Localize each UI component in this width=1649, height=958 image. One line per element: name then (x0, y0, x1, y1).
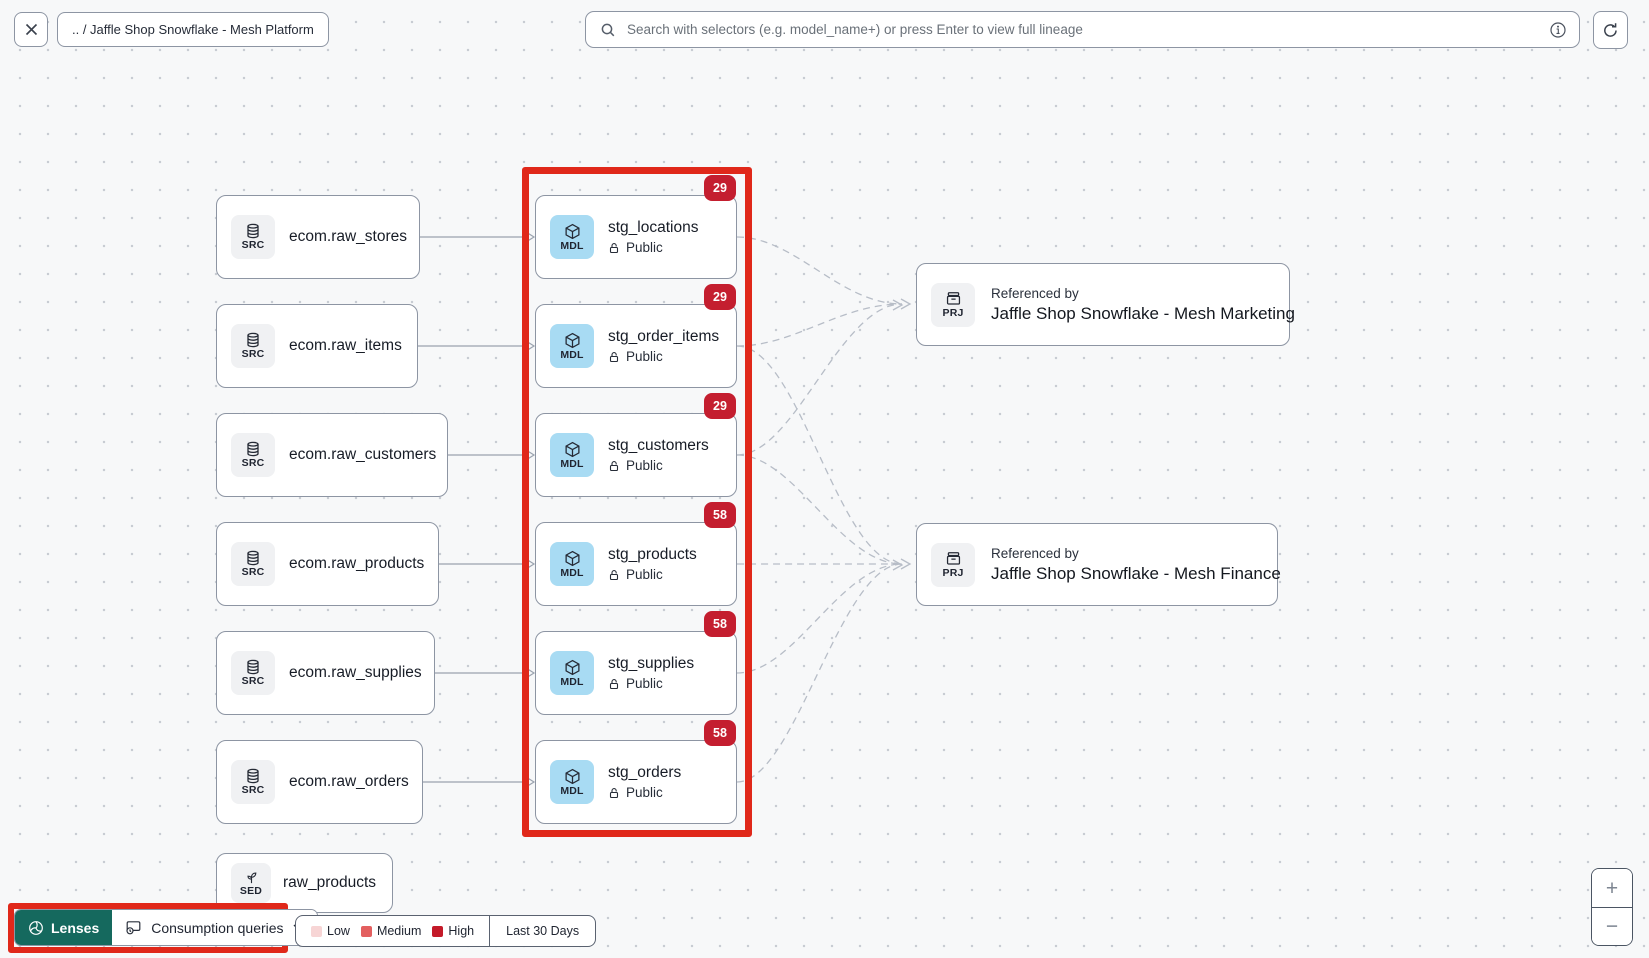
info-icon[interactable] (1549, 21, 1567, 39)
project-name: Jaffle Shop Snowflake - Mesh Finance (991, 564, 1281, 584)
node-label: stg_products (608, 546, 697, 564)
legend-item-high: High (432, 924, 474, 938)
breadcrumb[interactable]: .. / Jaffle Shop Snowflake - Mesh Platfo… (57, 12, 329, 47)
referenced-by-label: Referenced by (991, 546, 1281, 561)
archive-icon: PRJ (931, 543, 975, 587)
consumption-count-badge: 58 (704, 502, 736, 528)
sprout-icon: SED (231, 863, 271, 903)
source-node[interactable]: SRC ecom.raw_supplies (216, 631, 435, 715)
zoom-controls: + − (1591, 868, 1633, 946)
node-label: ecom.raw_items (289, 337, 402, 355)
database-icon: SRC (231, 324, 275, 368)
close-icon (24, 22, 39, 37)
search-input[interactable] (625, 21, 1540, 38)
access-level: Public (608, 676, 694, 691)
legend-items: Low Medium High (296, 916, 489, 946)
archive-icon: PRJ (931, 283, 975, 327)
query-icon (125, 919, 142, 936)
lenses-toolbar: Lenses Consumption queries (14, 909, 318, 946)
database-icon: SRC (231, 215, 275, 259)
project-name: Jaffle Shop Snowflake - Mesh Marketing (991, 304, 1295, 324)
database-icon: SRC (231, 760, 275, 804)
consumption-count-badge: 29 (704, 284, 736, 310)
unlock-icon (608, 569, 620, 581)
source-node[interactable]: SRC ecom.raw_customers (216, 413, 448, 497)
model-node[interactable]: 58 MDL stg_products Public (535, 522, 737, 606)
unlock-icon (608, 351, 620, 363)
refresh-icon (1601, 21, 1620, 40)
seed-node[interactable]: SED raw_products (216, 853, 393, 913)
model-node[interactable]: 29 MDL stg_customers Public (535, 413, 737, 497)
minus-icon: − (1606, 915, 1618, 938)
referenced-by-label: Referenced by (991, 286, 1295, 301)
node-label: stg_supplies (608, 655, 694, 673)
database-icon: SRC (231, 651, 275, 695)
consumption-count-badge: 58 (704, 720, 736, 746)
search-bar[interactable] (585, 11, 1580, 48)
consumption-count-badge: 29 (704, 393, 736, 419)
search-icon (600, 22, 616, 38)
source-node[interactable]: SRC ecom.raw_items (216, 304, 418, 388)
unlock-icon (608, 460, 620, 472)
node-label: ecom.raw_stores (289, 228, 407, 246)
node-label: ecom.raw_products (289, 555, 424, 573)
source-node[interactable]: SRC ecom.raw_stores (216, 195, 420, 279)
access-level: Public (608, 785, 681, 800)
unlock-icon (608, 787, 620, 799)
legend-swatch-low (311, 926, 322, 937)
source-node[interactable]: SRC ecom.raw_orders (216, 740, 423, 824)
consumption-count-badge: 29 (704, 175, 736, 201)
access-level: Public (608, 567, 697, 582)
access-level: Public (608, 458, 709, 473)
legend-item-low: Low (311, 924, 350, 938)
model-node[interactable]: 58 MDL stg_orders Public (535, 740, 737, 824)
source-node[interactable]: SRC ecom.raw_products (216, 522, 439, 606)
node-label: raw_products (283, 874, 376, 892)
legend-item-medium: Medium (361, 924, 421, 938)
project-node[interactable]: PRJ Referenced by Jaffle Shop Snowflake … (916, 523, 1278, 606)
package-icon: MDL (550, 324, 594, 368)
lens-selector[interactable]: Consumption queries (112, 910, 316, 945)
unlock-icon (608, 678, 620, 690)
package-icon: MDL (550, 215, 594, 259)
node-label: stg_customers (608, 437, 709, 455)
lenses-icon (28, 920, 44, 936)
model-node[interactable]: 29 MDL stg_locations Public (535, 195, 737, 279)
legend-swatch-medium (361, 926, 372, 937)
close-button[interactable] (14, 12, 48, 47)
node-label: ecom.raw_orders (289, 773, 409, 791)
zoom-out-button[interactable]: − (1592, 907, 1632, 945)
plus-icon: + (1606, 877, 1618, 900)
package-icon: MDL (550, 651, 594, 695)
legend-swatch-high (432, 926, 443, 937)
zoom-in-button[interactable]: + (1592, 869, 1632, 907)
legend-period: Last 30 Days (489, 916, 595, 946)
lenses-button[interactable]: Lenses (15, 910, 112, 945)
unlock-icon (608, 242, 620, 254)
node-label: stg_order_items (608, 328, 719, 346)
database-icon: SRC (231, 542, 275, 586)
node-label: stg_orders (608, 764, 681, 782)
package-icon: MDL (550, 760, 594, 804)
model-node[interactable]: 58 MDL stg_supplies Public (535, 631, 737, 715)
node-label: ecom.raw_customers (289, 446, 436, 464)
access-level: Public (608, 349, 719, 364)
database-icon: SRC (231, 433, 275, 477)
package-icon: MDL (550, 542, 594, 586)
project-node[interactable]: PRJ Referenced by Jaffle Shop Snowflake … (916, 263, 1290, 346)
refresh-button[interactable] (1593, 11, 1628, 49)
node-label: ecom.raw_supplies (289, 664, 422, 682)
model-node[interactable]: 29 MDL stg_order_items Public (535, 304, 737, 388)
breadcrumb-label: .. / Jaffle Shop Snowflake - Mesh Platfo… (72, 22, 314, 37)
node-label: stg_locations (608, 219, 698, 237)
consumption-legend: Low Medium High Last 30 Days (295, 915, 596, 947)
package-icon: MDL (550, 433, 594, 477)
consumption-count-badge: 58 (704, 611, 736, 637)
access-level: Public (608, 240, 698, 255)
